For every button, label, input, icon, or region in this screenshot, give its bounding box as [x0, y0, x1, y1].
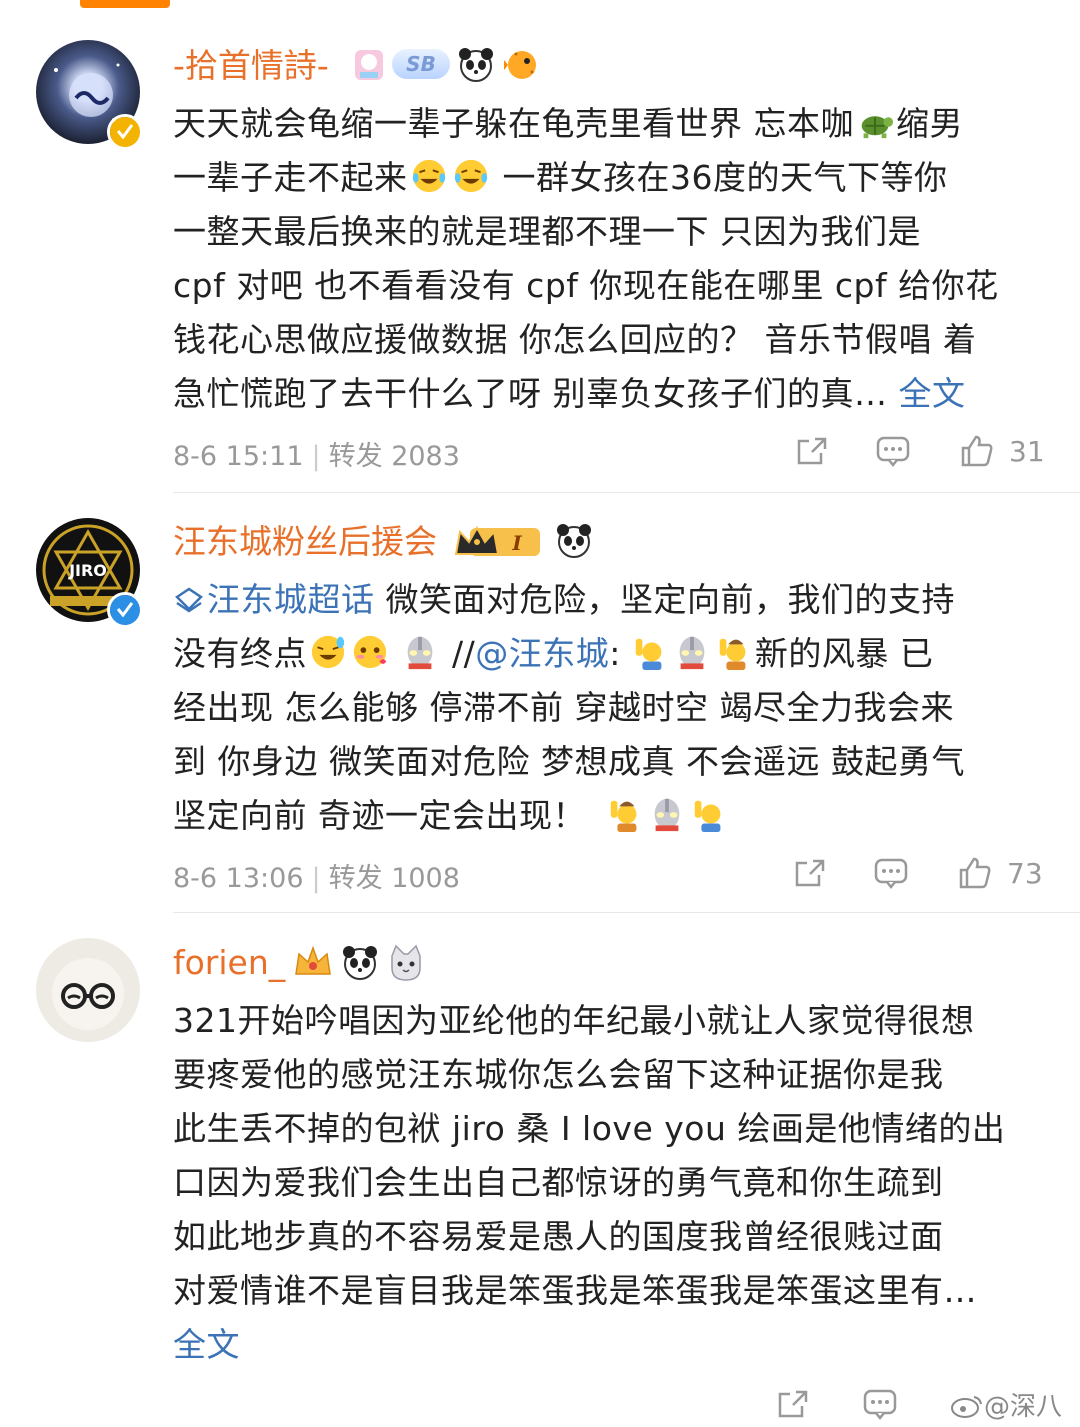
avatar[interactable] — [36, 938, 140, 1042]
like-icon — [961, 435, 993, 467]
post-meta: 8-6 15:11 | 转发 2083 — [173, 434, 460, 473]
laugh-cry-icon — [454, 159, 487, 193]
username[interactable]: -拾首情詩- — [173, 46, 329, 86]
timestamp: 8-6 15:11 — [173, 441, 304, 472]
share-button[interactable] — [776, 1386, 812, 1422]
text-line: cpf 对吧 也不看看没有 cpf 你现在能在哪里 cpf 给你花 — [173, 266, 999, 305]
user-badges: I — [452, 520, 594, 560]
text-line: 要疼爱他的感觉汪东城你怎么会留下这种证据你是我 — [173, 1055, 944, 1094]
text-line: 321开始吟唱因为亚纶他的年纪最小就让人家觉得很想 — [173, 1001, 975, 1040]
text-line: 坚定向前 奇迹一定会出现！ — [173, 796, 586, 835]
text-line: 缩男 — [896, 104, 963, 143]
text-line: 经出现 怎么能够 停滞不前 穿越时空 竭尽全力我会来 — [173, 688, 954, 727]
text-line: // — [452, 634, 476, 673]
watermark: @深八 — [950, 1386, 1062, 1423]
raise-hand-icon — [610, 800, 637, 833]
verified-icon — [107, 114, 143, 150]
topic-link[interactable]: 汪东城超话 — [173, 580, 375, 619]
like-button[interactable]: 31 — [959, 433, 1045, 469]
raise-hand-icon — [635, 638, 662, 671]
text-line: 新的风暴 已 — [754, 634, 934, 673]
full-text-link[interactable]: 全文 — [173, 1325, 240, 1364]
post-actions — [776, 1386, 898, 1422]
mention-link[interactable]: @汪东城 — [475, 634, 609, 673]
text-line: 没有终点 — [173, 634, 307, 673]
comment-icon — [863, 1389, 897, 1421]
meta-separator: | — [311, 863, 321, 894]
topic-icon — [175, 587, 203, 613]
panda-icon — [459, 48, 493, 82]
share-button[interactable] — [793, 855, 829, 891]
avatar-image — [52, 958, 124, 1030]
text-line: : — [609, 634, 621, 673]
divider — [173, 912, 1080, 913]
full-text-link[interactable]: 全文 — [899, 374, 966, 413]
comment-button[interactable] — [875, 433, 911, 469]
post-actions: 73 — [793, 855, 1043, 891]
post-meta: 8-6 13:06 | 转发 1008 — [173, 856, 460, 895]
raise-hand-icon — [694, 800, 721, 833]
watermark-text: @深八 — [983, 1392, 1062, 1422]
comment-button[interactable] — [873, 855, 909, 891]
panda-icon — [343, 946, 377, 980]
joy-icon — [311, 635, 345, 669]
love-icon — [353, 635, 387, 669]
text-line: 一群女孩在36度的天气下等你 — [502, 158, 948, 197]
ultraman-icon — [679, 636, 705, 670]
text-line: 口因为爱我们会生出自己都惊讶的勇气竟和你生疏到 — [173, 1163, 944, 1202]
user-badges: SB — [352, 44, 542, 84]
raise-hand-icon — [719, 638, 746, 671]
meta-separator: | — [311, 441, 321, 472]
character-badge-icon — [355, 50, 383, 80]
text-line: 急忙慌跑了去干什么了呀 别辜负女孩子们的真… — [173, 374, 888, 413]
text-line: 如此地步真的不容易爱是愚人的国度我曾经很贱过面 — [173, 1217, 944, 1256]
pufferfish-icon — [504, 51, 536, 79]
like-icon — [959, 857, 991, 889]
text-line: 钱花心思做应援做数据 你怎么回应的？ 音乐节假唱 着 — [173, 320, 977, 359]
avatar-text: JIRO — [68, 561, 107, 580]
ultraman-icon — [407, 636, 433, 670]
comment-button[interactable] — [862, 1386, 898, 1422]
like-count: 31 — [1009, 434, 1045, 468]
laugh-cry-icon — [412, 159, 445, 193]
weibo-logo-icon — [950, 1396, 982, 1418]
timestamp: 8-6 13:06 — [173, 863, 304, 894]
panda-icon — [557, 524, 591, 558]
like-count: 73 — [1007, 856, 1043, 890]
divider — [173, 492, 1080, 493]
text-line: 此生丢不掉的包袱 jiro 桑 I love you 绘画是他情绪的出 — [173, 1109, 1006, 1148]
text-line: 天天就会龟缩一辈子躲在龟壳里看世界 忘本咖 — [173, 104, 854, 143]
username[interactable]: 汪东城粉丝后援会 — [173, 522, 437, 562]
post-actions: 31 — [795, 433, 1045, 469]
like-button[interactable]: 73 — [957, 855, 1043, 891]
share-icon — [795, 859, 825, 887]
active-tab-indicator — [80, 0, 170, 8]
username[interactable]: forien_ — [173, 943, 285, 983]
level-badge: SB — [392, 49, 450, 79]
comment-icon — [874, 858, 908, 890]
text-line: 一辈子走不起来 — [173, 158, 408, 197]
share-button[interactable] — [795, 433, 831, 469]
comment-text: 天天就会龟缩一辈子躲在龟壳里看世界 忘本咖 缩男 一辈子走不起来 一群女孩在36度… — [173, 97, 1053, 421]
share-icon — [797, 437, 827, 465]
text-line: 微笑面对危险，坚定向前，我们的支持 — [385, 580, 955, 619]
crown-icon: I — [454, 525, 540, 556]
crown-icon — [295, 945, 331, 975]
cat-icon — [391, 944, 421, 981]
turtle-icon — [861, 116, 894, 139]
text-line: 对爱情谁不是盲目我是笨蛋我是笨蛋我是笨蛋这里有… — [173, 1271, 977, 1310]
text-line: 一整天最后换来的就是理都不理一下 只因为我们是 — [173, 212, 921, 251]
ultraman-icon — [654, 798, 680, 832]
share-icon — [778, 1390, 808, 1418]
comment-text: 汪东城超话 微笑面对危险，坚定向前，我们的支持 没有终点 //@汪东城: 新的风暴… — [173, 573, 1053, 843]
text-line: 到 你身边 微笑面对危险 梦想成真 不会遥远 鼓起勇气 — [173, 742, 965, 781]
repost-count: 转发 1008 — [328, 863, 460, 894]
comment-text: 321开始吟唱因为亚纶他的年纪最小就让人家觉得很想 要疼爱他的感觉汪东城你怎么会… — [173, 994, 1053, 1372]
fan-level-badge: I — [511, 531, 522, 555]
user-badges — [292, 942, 426, 982]
verified-icon — [107, 592, 143, 628]
comment-icon — [876, 436, 910, 468]
topic-name: 汪东城超话 — [207, 580, 375, 619]
repost-count: 转发 2083 — [328, 441, 460, 472]
